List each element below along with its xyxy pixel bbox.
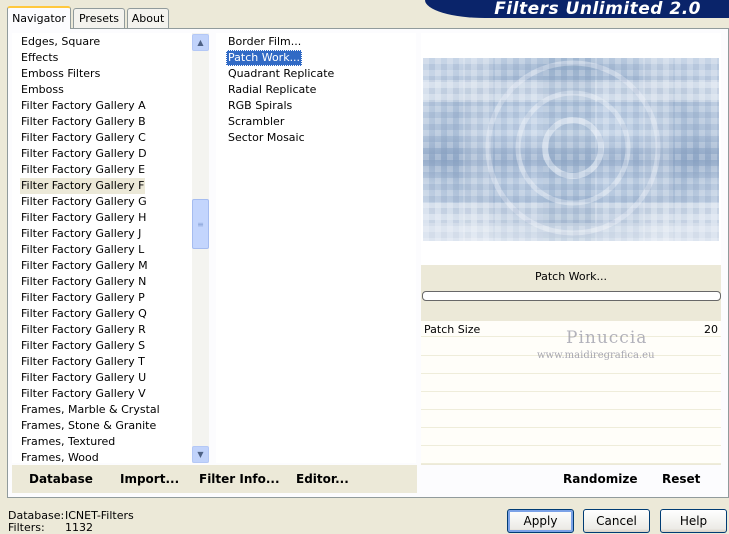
filter-item[interactable]: Border Film... [226, 34, 303, 50]
preview-image [423, 58, 719, 241]
filter-item[interactable]: RGB Spirals [226, 98, 294, 114]
category-item[interactable]: Edges, Square [20, 34, 101, 50]
filter-list[interactable]: Border Film... Patch Work... Quadrant Re… [216, 33, 416, 463]
cancel-button[interactable]: Cancel [583, 509, 650, 533]
category-item[interactable]: Filter Factory Gallery B [20, 114, 147, 130]
category-item[interactable]: Filter Factory Gallery R [20, 322, 147, 338]
category-item[interactable]: Frames, Wood [20, 450, 100, 463]
status-filters-label: Filters: [8, 521, 45, 534]
category-item[interactable]: Filter Factory Gallery D [20, 146, 148, 162]
category-item[interactable]: Filter Factory Gallery S [20, 338, 146, 354]
parameter-value: 20 [704, 323, 718, 336]
category-item[interactable]: Filter Factory Gallery A [20, 98, 147, 114]
category-item[interactable]: Filter Factory Gallery P [20, 290, 146, 306]
parameter-row-empty [421, 376, 721, 392]
app-title-banner: Filters Unlimited 2.0 [425, 0, 729, 19]
database-button[interactable]: Database [29, 471, 93, 487]
category-item[interactable]: Frames, Textured [20, 434, 116, 450]
scroll-up-button[interactable]: ▲ [192, 34, 209, 51]
help-label: Help [679, 514, 708, 528]
category-scrollbar[interactable]: ▲ ≡ ▼ [192, 33, 209, 463]
progress-bar [422, 291, 721, 301]
category-item[interactable]: Frames, Marble & Crystal [20, 402, 161, 418]
category-item[interactable]: Filter Factory Gallery L [20, 242, 145, 258]
filter-item-selected[interactable]: Patch Work... [226, 50, 303, 66]
filter-item[interactable]: Sector Mosaic [226, 130, 307, 146]
filter-item[interactable]: Radial Replicate [226, 82, 318, 98]
category-list[interactable]: Edges, Square Effects Emboss Filters Emb… [12, 33, 209, 463]
tab-presets[interactable]: Presets [73, 8, 125, 28]
current-filter-label: Patch Work... [534, 270, 608, 283]
watermark-name: Pinuccia [566, 328, 648, 348]
grip-icon: ≡ [197, 219, 204, 229]
category-item[interactable]: Emboss Filters [20, 66, 101, 82]
apply-button[interactable]: Apply [507, 509, 574, 533]
tab-label: Navigator [12, 12, 66, 25]
apply-label: Apply [523, 514, 558, 528]
category-item[interactable]: Effects [20, 50, 59, 66]
import-button[interactable]: Import... [120, 471, 179, 487]
category-item[interactable]: Filter Factory Gallery H [20, 210, 147, 226]
filter-item[interactable]: Scrambler [226, 114, 286, 130]
category-item[interactable]: Filter Factory Gallery N [20, 274, 147, 290]
category-item[interactable]: Filter Factory Gallery U [20, 370, 147, 386]
category-item[interactable]: Frames, Stone & Granite [20, 418, 157, 434]
help-button[interactable]: Help [660, 509, 727, 533]
category-item[interactable]: Filter Factory Gallery V [20, 386, 147, 402]
category-item[interactable]: Emboss [20, 82, 65, 98]
watermark-url: www.maidiregrafica.eu [537, 350, 655, 361]
filter-item[interactable]: Quadrant Replicate [226, 66, 336, 82]
app-title: Filters Unlimited 2.0 [494, 0, 701, 19]
chevron-up-icon: ▲ [197, 38, 204, 47]
tab-navigator[interactable]: Navigator [7, 6, 71, 29]
cancel-label: Cancel [596, 514, 637, 528]
scroll-thumb[interactable]: ≡ [192, 199, 209, 249]
category-item[interactable]: Filter Factory Gallery M [20, 258, 149, 274]
category-item-selected[interactable]: Filter Factory Gallery F [20, 178, 146, 194]
parameter-row-empty [421, 430, 721, 446]
status-filters-value: 1132 [65, 521, 93, 534]
scroll-down-button[interactable]: ▼ [192, 446, 209, 463]
category-item[interactable]: Filter Factory Gallery E [20, 162, 146, 178]
parameter-row-empty [421, 394, 721, 410]
chevron-down-icon: ▼ [197, 450, 204, 459]
tab-label: Presets [78, 12, 120, 25]
randomize-button[interactable]: Randomize [563, 471, 637, 487]
parameter-row-empty [421, 448, 721, 464]
category-item[interactable]: Filter Factory Gallery C [20, 130, 147, 146]
category-item[interactable]: Filter Factory Gallery J [20, 226, 142, 242]
reset-button[interactable]: Reset [662, 471, 700, 487]
parameter-row-empty [421, 412, 721, 428]
parameter-label: Patch Size [424, 323, 481, 336]
editor-button[interactable]: Editor... [296, 471, 349, 487]
status-filters: Filters: 1132 [8, 521, 93, 534]
category-item[interactable]: Filter Factory Gallery G [20, 194, 148, 210]
tab-about[interactable]: About [127, 8, 169, 28]
filter-info-button[interactable]: Filter Info... [199, 471, 280, 487]
tab-label: About [131, 12, 165, 25]
category-item[interactable]: Filter Factory Gallery Q [20, 306, 148, 322]
category-item[interactable]: Filter Factory Gallery T [20, 354, 146, 370]
